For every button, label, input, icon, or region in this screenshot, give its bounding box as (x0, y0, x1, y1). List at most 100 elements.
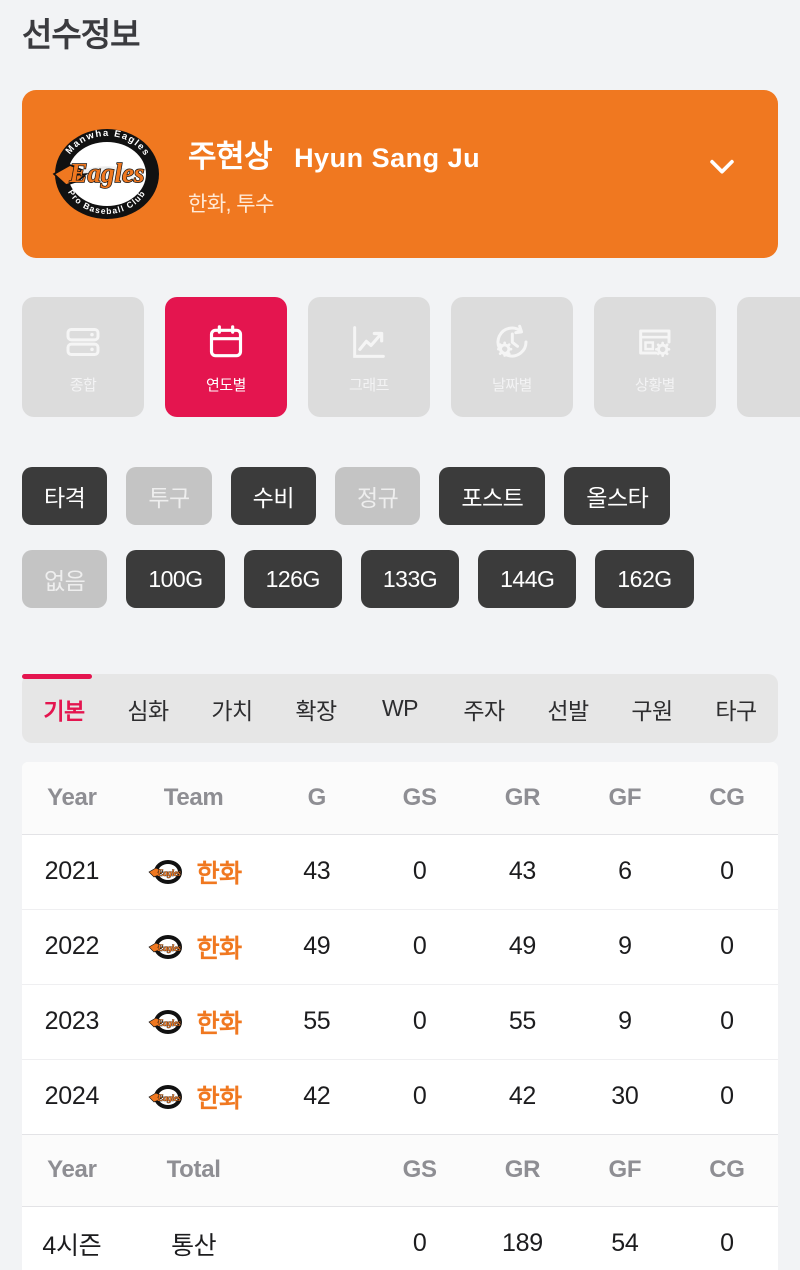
chip-144g[interactable]: 144G (478, 550, 577, 608)
view-tab-jonghap[interactable]: 종합 (22, 297, 144, 417)
chip-jeonggyu[interactable]: 정규 (334, 467, 421, 525)
cell-gs: 0 (412, 932, 427, 960)
col-header-gf[interactable]: GF (573, 762, 676, 834)
foot-header-gr: GR (471, 1133, 574, 1207)
view-tab-label: 연도별 (206, 376, 246, 394)
cell-gf: 6 (618, 857, 632, 885)
team-logo-icon: Eagles (146, 1009, 190, 1035)
col-header-gs[interactable]: GS (368, 762, 472, 834)
chip-133g[interactable]: 133G (360, 550, 460, 608)
cell-team: Eagles 한화 (122, 909, 266, 984)
cell-gf: 30 (611, 1082, 639, 1110)
view-tab-sanghwangbyeol[interactable]: 상황별 (594, 297, 716, 417)
tab-wp[interactable]: WP (358, 674, 442, 743)
window-gear-icon (633, 320, 677, 364)
view-tab-yeondobyeol[interactable]: 연도별 (165, 297, 287, 417)
col-header-team[interactable]: Team (121, 762, 266, 834)
col-header-g[interactable]: G (265, 762, 369, 834)
cell-team-name: 한화 (196, 934, 243, 963)
cell-gr: 42 (508, 1082, 537, 1110)
table-row[interactable]: 2022 Eagles 한화 49 0 49 9 0 (22, 909, 778, 984)
page-title: 선수정보 (22, 16, 140, 53)
cell-gr: 43 (508, 857, 537, 885)
filter-chip-row-category[interactable]: 타격 투구 수비 정규 포스트 올스타 (22, 467, 671, 525)
chip-post[interactable]: 포스트 (439, 467, 546, 525)
clock-gear-icon (490, 320, 534, 364)
tab-seonbal[interactable]: 선발 (526, 674, 610, 743)
stat-category-tabs[interactable]: 기본 심화 가치 확장 WP 주자 선발 구원 타구 (22, 674, 778, 743)
view-tab-label: 종합 (69, 376, 97, 394)
tab-simhwa[interactable]: 심화 (106, 674, 190, 743)
cell-team-name: 한화 (196, 1009, 243, 1038)
cell-gs: 0 (412, 1082, 427, 1110)
col-header-cg[interactable]: CG (675, 762, 778, 834)
col-header-year[interactable]: Year (22, 762, 122, 834)
chip-allstar[interactable]: 올스타 (564, 467, 671, 525)
chevron-down-icon[interactable] (702, 146, 742, 186)
svg-text:Eagles: Eagles (156, 868, 181, 878)
stats-table: Year Team G GS GR GF CG 2021 Eagles 한화 4… (22, 762, 778, 1270)
tab-tagu[interactable]: 타구 (694, 674, 778, 743)
cell-team-name: 한화 (196, 1084, 243, 1113)
chip-tugu[interactable]: 투구 (126, 467, 212, 525)
view-tab-graph[interactable]: 그래프 (308, 297, 430, 417)
tab-juja[interactable]: 주자 (442, 674, 526, 743)
cell-year: 2021 (44, 857, 100, 885)
cell-cg: 0 (720, 1007, 734, 1035)
table-row[interactable]: 2021 Eagles 한화 43 0 43 6 0 (22, 834, 778, 909)
chip-126g[interactable]: 126G (243, 550, 342, 608)
tab-gachi[interactable]: 가치 (190, 674, 274, 743)
cell-g: 43 (303, 857, 331, 885)
view-tab-naljjabyeol[interactable]: 날짜별 (451, 297, 573, 417)
stats-table-container: Year Team G GS GR GF CG 2021 Eagles 한화 4… (22, 762, 778, 1270)
svg-text:Eagles: Eagles (68, 158, 144, 188)
team-logo-icon: Eagles (146, 1084, 190, 1110)
total-gs: 0 (368, 1206, 472, 1270)
team-logo-large: Eagles Manwha Eagles Pro Baseball Club (44, 124, 170, 224)
view-tab-overflow-partial[interactable] (737, 297, 800, 417)
view-mode-tabs[interactable]: 종합 연도별 그래프 날짜별 상황별 (22, 297, 800, 417)
cell-cg: 0 (720, 932, 734, 960)
cell-g: 49 (303, 932, 331, 960)
cell-year: 2022 (44, 932, 100, 960)
tab-gibon[interactable]: 기본 (22, 674, 106, 743)
chip-eopseum[interactable]: 없음 (22, 550, 108, 608)
total-cg: 0 (675, 1206, 778, 1270)
foot-header-cg: CG (675, 1133, 778, 1207)
cell-gf: 9 (618, 1007, 632, 1035)
foot-header-gs: GS (368, 1133, 472, 1207)
svg-text:Eagles: Eagles (156, 943, 181, 953)
stats-table-head: Year Team G GS GR GF CG (22, 762, 778, 834)
cell-team: Eagles 한화 (122, 984, 266, 1059)
table-row[interactable]: 2023 Eagles 한화 55 0 55 9 0 (22, 984, 778, 1059)
foot-header-blank (265, 1133, 369, 1207)
table-row[interactable]: 2024 Eagles 한화 42 0 42 30 0 (22, 1059, 778, 1134)
player-korean-name: 주현상 (188, 138, 273, 174)
filter-chip-row-games[interactable]: 없음 100G 126G 133G 144G 162G (22, 550, 694, 608)
chip-100g[interactable]: 100G (126, 550, 225, 608)
chip-subi[interactable]: 수비 (230, 467, 316, 525)
cell-cg: 0 (720, 857, 734, 885)
cell-gs: 0 (412, 857, 427, 885)
tab-hwakjang[interactable]: 확장 (274, 674, 358, 743)
svg-text:Eagles: Eagles (156, 1093, 181, 1103)
foot-header-gf: GF (573, 1133, 676, 1207)
stats-table-body: 2021 Eagles 한화 43 0 43 6 0 2022 Eagles 한… (22, 834, 778, 1134)
trend-up-chart-icon (347, 320, 391, 364)
tab-guwon[interactable]: 구원 (610, 674, 694, 743)
view-tab-label: 날짜별 (492, 376, 532, 394)
player-team-position: 한화, 투수 (188, 192, 274, 216)
player-card[interactable]: Eagles Manwha Eagles Pro Baseball Club 주… (22, 90, 778, 258)
cell-year: 2023 (44, 1007, 100, 1035)
table-footer-header-row: Year Total GS GR GF CG (22, 1133, 778, 1207)
calendar-icon (204, 320, 248, 364)
cell-year: 2024 (44, 1082, 100, 1110)
total-g (265, 1206, 369, 1270)
cell-cg: 0 (720, 1082, 734, 1110)
total-seasons: 4시즌 (22, 1206, 122, 1270)
stats-table-foot: Year Total GS GR GF CG 4시즌 통산 0 189 54 0 (22, 1133, 778, 1270)
chip-162g[interactable]: 162G (595, 550, 694, 608)
team-logo-icon: Eagles (146, 859, 190, 885)
col-header-gr[interactable]: GR (471, 762, 574, 834)
chip-tagyeok[interactable]: 타격 (22, 467, 108, 525)
